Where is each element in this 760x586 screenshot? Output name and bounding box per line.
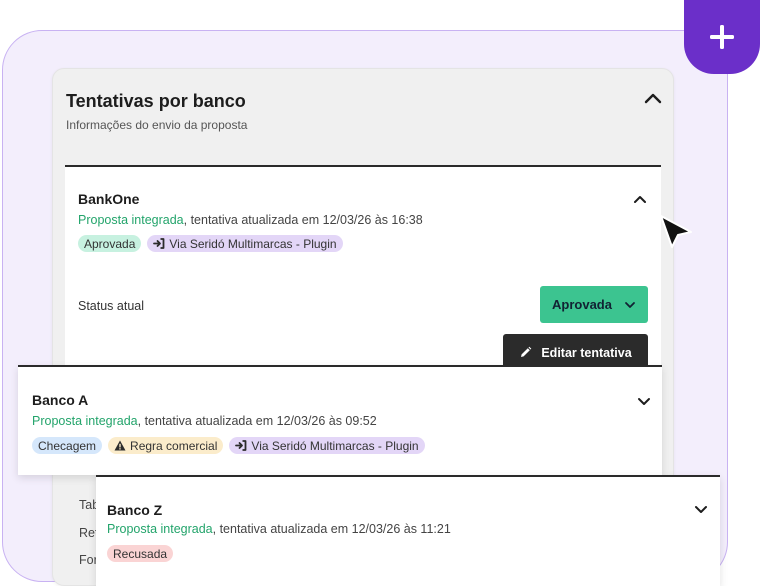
source-chip-label: Via Seridó Multimarcas - Plugin <box>251 438 419 453</box>
bank-name: BankOne <box>78 191 140 207</box>
edit-attempt-label: Editar tentativa <box>541 345 632 360</box>
hidden-label-fragment: For <box>79 553 98 567</box>
source-chip: Via Seridó Multimarcas - Plugin <box>229 437 425 454</box>
bank-status-line: Proposta integrada, tentativa atualizada… <box>107 522 451 536</box>
bank-card-banco-z[interactable]: Banco Z Proposta integrada, tentativa at… <box>96 475 720 586</box>
bank-name: Banco Z <box>107 502 163 518</box>
panel-collapse-button[interactable] <box>643 91 663 110</box>
status-select[interactable]: Aprovada <box>540 286 648 323</box>
panel-subtitle: Informações do envio da proposta <box>66 118 248 132</box>
chevron-up-icon <box>634 196 646 203</box>
bank-card-banco-a[interactable]: Banco A Proposta integrada, tentativa at… <box>18 365 662 475</box>
chevron-down-icon <box>638 398 650 405</box>
chevron-down-icon <box>625 301 635 308</box>
bank-expand-button[interactable] <box>636 395 652 413</box>
bank-card-bankone: BankOne Proposta integrada, tentativa at… <box>65 165 661 375</box>
rule-chip: Regra comercial <box>108 437 224 454</box>
cursor-icon <box>659 214 695 255</box>
integration-status: Proposta integrada <box>32 414 138 428</box>
chevron-up-icon <box>644 93 662 104</box>
status-select-value: Aprovada <box>552 297 612 312</box>
chevron-down-icon <box>695 506 707 513</box>
integration-status: Proposta integrada <box>78 213 184 227</box>
bank-name: Banco A <box>32 392 89 408</box>
bank-expand-button[interactable] <box>693 503 709 521</box>
attempt-updated: , tentativa atualizada em 12/03/26 às 09… <box>137 414 377 428</box>
status-chip-approved: Aprovada <box>78 235 142 252</box>
status-chip-rejected: Recusada <box>107 545 174 562</box>
pencil-icon <box>521 346 532 357</box>
status-chip-checking: Checagem <box>32 437 103 454</box>
attempt-updated: , tentativa atualizada em 12/03/26 às 11… <box>212 522 451 536</box>
source-chip-label: Via Seridó Multimarcas - Plugin <box>169 236 337 251</box>
rule-chip-label: Regra comercial <box>130 438 218 453</box>
sign-in-icon <box>235 440 247 451</box>
integration-status: Proposta integrada <box>107 522 213 536</box>
warning-icon <box>114 440 126 451</box>
attempt-updated: , tentativa atualizada em 12/03/26 às 16… <box>183 213 423 227</box>
panel-title: Tentativas por banco <box>66 91 246 111</box>
bank-status-line: Proposta integrada, tentativa atualizada… <box>78 213 423 227</box>
bank-collapse-button[interactable] <box>632 192 648 210</box>
sign-in-icon <box>153 238 165 249</box>
plus-icon <box>710 25 734 49</box>
add-button[interactable] <box>684 0 760 74</box>
status-label: Status atual <box>78 299 145 313</box>
bank-status-line: Proposta integrada, tentativa atualizada… <box>32 414 377 428</box>
source-chip: Via Seridó Multimarcas - Plugin <box>147 235 343 252</box>
